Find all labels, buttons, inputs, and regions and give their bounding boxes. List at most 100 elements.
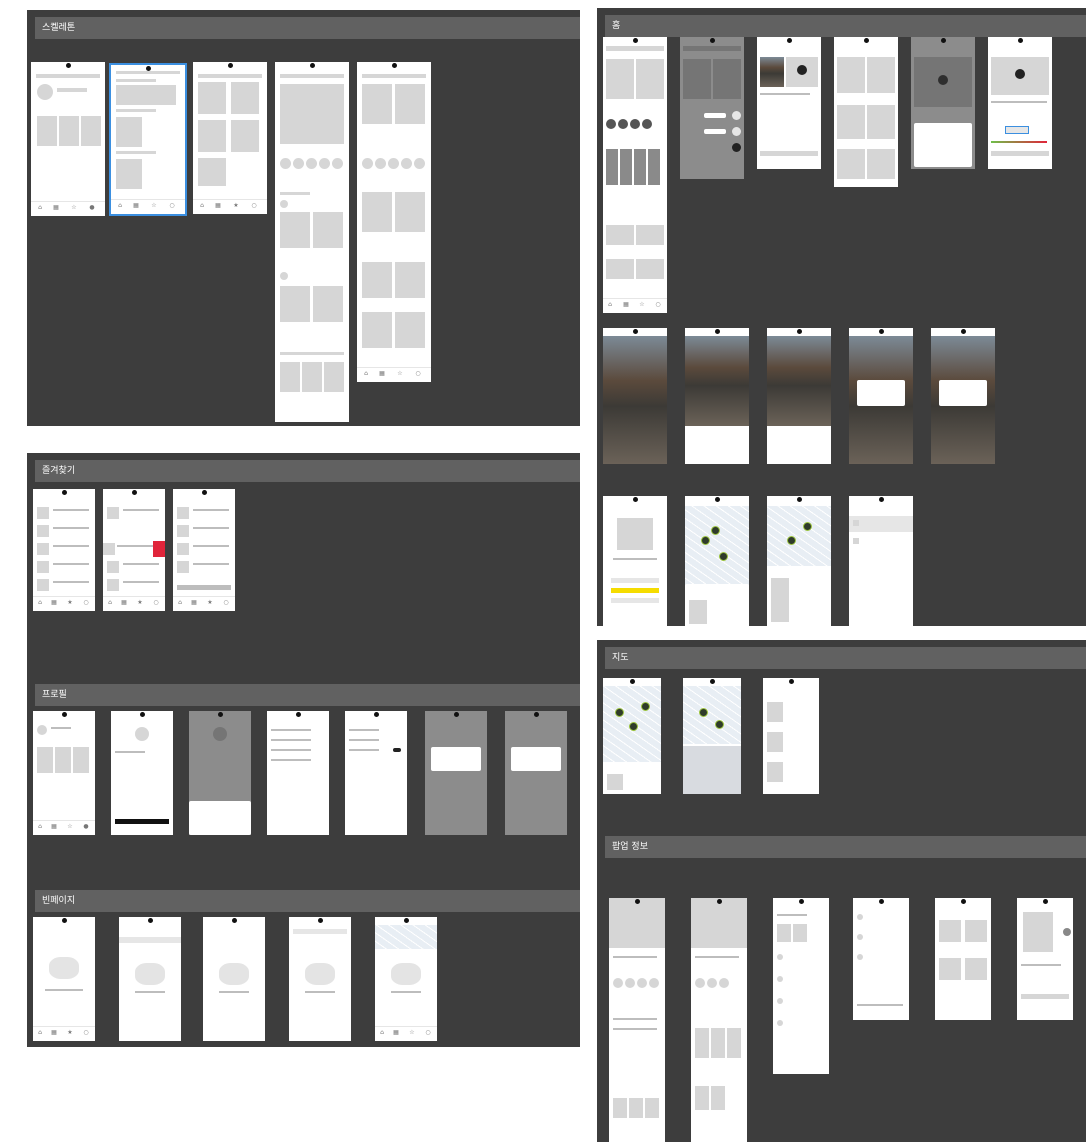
- skeleton-screen-5[interactable]: ⌂ ▦ ☆ ○: [357, 62, 431, 382]
- home-edit-screen[interactable]: [988, 37, 1052, 169]
- section-favorites: 즐겨찾기 ⌂▦★○ ⌂▦★○ ⌂▦★○ 프로필 ⌂▦☆●: [27, 453, 580, 1047]
- popup-detail-screen-1[interactable]: [609, 898, 665, 1142]
- camera-notch-icon: [373, 712, 379, 717]
- popup-detail-screen-2[interactable]: [691, 898, 747, 1142]
- delete-button[interactable]: [153, 541, 165, 557]
- status-bar: [603, 37, 667, 45]
- home-photo-screen-4[interactable]: [849, 328, 913, 464]
- section-title: 즐겨찾기: [35, 460, 580, 482]
- popup-report-screen[interactable]: [1017, 898, 1073, 1020]
- user-icon[interactable]: ●: [89, 205, 95, 211]
- map-result-list-screen[interactable]: [763, 678, 819, 794]
- map-screen-1[interactable]: [603, 678, 661, 794]
- section-title: 프로필: [35, 684, 580, 706]
- section-map: 지도 팝업 정보: [597, 640, 1086, 1142]
- camera-notch-icon: [632, 497, 638, 502]
- camera-notch-icon: [709, 38, 715, 43]
- status-bar: [425, 711, 487, 719]
- camera-notch-icon: [788, 679, 794, 684]
- home-photo-screen-1[interactable]: [603, 328, 667, 464]
- home-photo-screen-5[interactable]: [931, 328, 995, 464]
- camera-notch-icon: [131, 490, 137, 495]
- home-popup-list-screen[interactable]: [834, 37, 898, 187]
- favorites-screen-1[interactable]: ⌂ ▦ ★ ○: [33, 489, 95, 611]
- status-bar: [603, 328, 667, 336]
- map-icon[interactable]: ▦: [53, 205, 59, 211]
- skeleton-screen-3[interactable]: ⌂ ▦ ★ ○: [193, 62, 267, 214]
- status-bar: [685, 328, 749, 336]
- home-map-screen-2[interactable]: [767, 496, 831, 626]
- status-bar: [357, 62, 431, 70]
- popup-related-screen[interactable]: [935, 898, 991, 1020]
- camera-notch-icon: [940, 38, 946, 43]
- status-bar: [931, 328, 995, 336]
- camera-notch-icon: [453, 712, 459, 717]
- profile-withdraw-dialog-screen[interactable]: [505, 711, 567, 835]
- home-sheet-screen[interactable]: [911, 37, 975, 169]
- home-notification-screen[interactable]: [849, 496, 913, 626]
- camera-notch-icon: [201, 490, 207, 495]
- camera-notch-icon: [709, 679, 715, 684]
- home-main-screen[interactable]: ⌂ ▦ ☆ ○: [603, 37, 667, 313]
- empty-search-screen[interactable]: [289, 917, 351, 1041]
- camera-notch-icon: [227, 63, 233, 68]
- status-bar: [849, 496, 913, 504]
- home-icon[interactable]: ⌂: [37, 205, 43, 211]
- camera-notch-icon: [403, 918, 409, 923]
- skeleton-screen-2[interactable]: ⌂ ▦ ☆ ○: [109, 63, 187, 216]
- home-login-screen[interactable]: [603, 496, 667, 626]
- camera-notch-icon: [878, 899, 884, 904]
- camera-notch-icon: [634, 899, 640, 904]
- skeleton-screen-4[interactable]: [275, 62, 349, 422]
- status-bar: [1017, 898, 1073, 906]
- home-map-screen-1[interactable]: [685, 496, 749, 626]
- camera-notch-icon: [217, 712, 223, 717]
- profile-notification-settings-screen[interactable]: [345, 711, 407, 835]
- empty-tab-screen[interactable]: [119, 917, 181, 1041]
- save-button[interactable]: [115, 819, 169, 824]
- status-bar: [763, 678, 819, 686]
- camera-notch-icon: [295, 712, 301, 717]
- star-icon[interactable]: ☆: [71, 205, 77, 211]
- status-bar: [691, 898, 747, 906]
- camera-notch-icon: [878, 497, 884, 502]
- profile-screen-1[interactable]: ⌂ ▦ ☆ ●: [33, 711, 95, 835]
- profile-settings-screen[interactable]: [267, 711, 329, 835]
- status-bar: [834, 37, 898, 45]
- profile-edit-screen[interactable]: [111, 711, 173, 835]
- status-bar: [767, 328, 831, 336]
- map-search-keyboard-screen[interactable]: [683, 678, 741, 794]
- status-bar: [111, 65, 185, 73]
- camera-notch-icon: [1042, 899, 1048, 904]
- home-fab-menu-screen[interactable]: [680, 37, 744, 179]
- profile-photo-sheet-screen[interactable]: [189, 711, 251, 835]
- camera-notch-icon: [61, 712, 67, 717]
- status-bar: [289, 917, 351, 925]
- favorites-toast-screen[interactable]: ⌂ ▦ ★ ○: [173, 489, 235, 611]
- camera-notch-icon: [632, 329, 638, 334]
- status-bar: [267, 711, 329, 719]
- skeleton-screen-1[interactable]: ⌂ ▦ ☆ ●: [31, 62, 105, 216]
- status-bar: [609, 898, 665, 906]
- section-title: 지도: [605, 647, 1086, 669]
- camera-notch-icon: [231, 918, 237, 923]
- status-bar: [505, 711, 567, 719]
- profile-logout-dialog-screen[interactable]: [425, 711, 487, 835]
- empty-map-screen[interactable]: ⌂ ▦ ☆ ○: [375, 917, 437, 1041]
- status-bar: [603, 496, 667, 504]
- camera-notch-icon: [61, 490, 67, 495]
- favorites-swipe-delete-screen[interactable]: ⌂ ▦ ★ ○: [103, 489, 165, 611]
- camera-notch-icon: [145, 66, 151, 71]
- status-bar: [685, 496, 749, 504]
- empty-popup-screen[interactable]: [203, 917, 265, 1041]
- home-photo-screen-2[interactable]: [685, 328, 749, 464]
- empty-favorites-screen[interactable]: ⌂ ▦ ★ ○: [33, 917, 95, 1041]
- section-title: 스켈레톤: [35, 17, 580, 39]
- camera-notch-icon: [1017, 38, 1023, 43]
- popup-replies-screen[interactable]: [853, 898, 909, 1020]
- home-photo-screen-3[interactable]: [767, 328, 831, 464]
- camera-notch-icon: [798, 899, 804, 904]
- popup-comments-screen[interactable]: [773, 898, 829, 1074]
- camera-notch-icon: [714, 497, 720, 502]
- home-photo-upload-screen[interactable]: [757, 37, 821, 169]
